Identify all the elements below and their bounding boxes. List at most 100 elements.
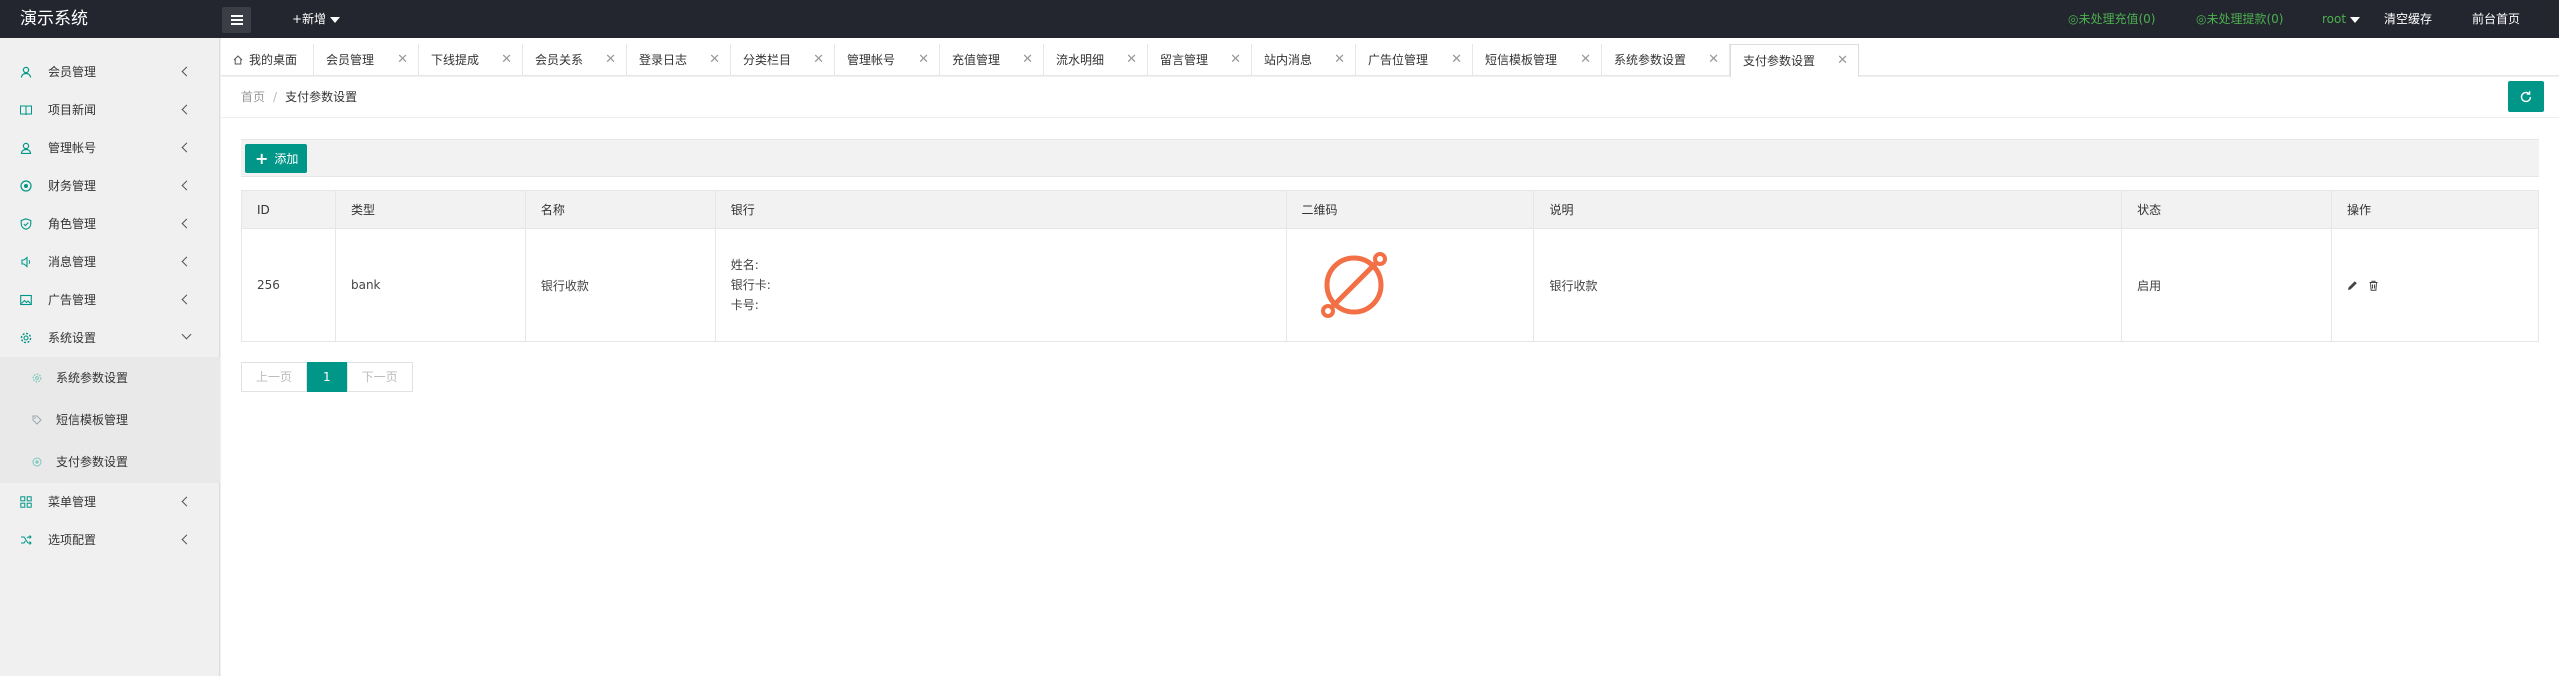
close-icon[interactable]: ✕ — [1230, 44, 1241, 76]
column-header-name[interactable]: 名称 — [524, 190, 716, 229]
chevron-left-icon — [181, 66, 192, 77]
planet-icon[interactable] — [1318, 249, 1390, 321]
tab-my-desktop[interactable]: 我的桌面 — [221, 44, 314, 76]
sidebar-item-label: 角色管理 — [48, 217, 97, 231]
cell-description: 银行收款 — [1533, 228, 2123, 342]
sidebar-subitem-system-params[interactable]: 系统参数设置 — [0, 357, 220, 399]
close-icon[interactable]: ✕ — [918, 44, 929, 76]
sidebar-item-menu-management[interactable]: 菜单管理 — [0, 483, 220, 521]
breadcrumb-separator: / — [273, 90, 278, 104]
sidebar-item-finance[interactable]: 财务管理 — [0, 167, 220, 205]
sidebar-item-ads[interactable]: 广告管理 — [0, 281, 220, 319]
add-new-label: +新增 — [292, 12, 327, 26]
add-button[interactable]: + 添加 — [245, 144, 307, 173]
tab-label: 支付参数设置 — [1743, 54, 1816, 68]
gear-small-icon — [32, 373, 42, 383]
close-icon[interactable]: ✕ — [1708, 44, 1719, 76]
next-page-button[interactable]: 下一页 — [346, 362, 413, 392]
close-icon[interactable]: ✕ — [605, 44, 616, 76]
tab-payment-params[interactable]: 支付参数设置 ✕ — [1730, 44, 1859, 77]
tab-member-management[interactable]: 会员管理 ✕ — [314, 44, 419, 76]
speaker-icon — [21, 256, 31, 268]
menu-toggle-button[interactable] — [222, 7, 251, 33]
sidebar-subitem-label: 支付参数设置 — [56, 455, 129, 469]
breadcrumb-home[interactable]: 首页 — [241, 90, 265, 104]
unprocessed-withdraw-link[interactable]: ◎未处理提款(0) — [2196, 0, 2283, 38]
tab-ad-slots[interactable]: 广告位管理 ✕ — [1356, 44, 1473, 76]
table-row[interactable]: 256 bank 银行收款 姓名: 银行卡: 卡号: 银行收款 启用 — [241, 228, 2539, 342]
tab-label: 登录日志 — [639, 53, 688, 67]
delete-icon[interactable] — [2368, 280, 2379, 291]
sidebar-item-label: 消息管理 — [48, 255, 97, 269]
image-icon — [20, 294, 32, 306]
close-icon[interactable]: ✕ — [397, 44, 408, 76]
tab-label: 系统参数设置 — [1614, 53, 1687, 67]
sidebar-item-news[interactable]: 项目新闻 — [0, 91, 220, 129]
edit-icon[interactable] — [2347, 280, 2358, 291]
sidebar-item-label: 会员管理 — [48, 65, 97, 79]
close-icon[interactable]: ✕ — [1334, 44, 1345, 76]
sidebar-item-label: 项目新闻 — [48, 103, 97, 117]
cell-status: 启用 — [2121, 228, 2333, 342]
close-icon[interactable]: ✕ — [1022, 44, 1033, 76]
tab-member-relations[interactable]: 会员关系 ✕ — [523, 44, 627, 76]
close-icon[interactable]: ✕ — [1126, 44, 1137, 76]
cell-type: bank — [334, 228, 526, 342]
tab-message-board[interactable]: 留言管理 ✕ — [1148, 44, 1252, 76]
shuffle-icon — [21, 535, 32, 545]
column-header-id[interactable]: ID — [241, 190, 336, 229]
tab-downline-commission[interactable]: 下线提成 ✕ — [419, 44, 523, 76]
tab-admin-accounts[interactable]: 管理帐号 ✕ — [835, 44, 940, 76]
add-button-label: 添加 — [274, 152, 299, 166]
close-icon[interactable]: ✕ — [501, 44, 512, 76]
close-icon[interactable]: ✕ — [813, 44, 824, 76]
tab-label: 充值管理 — [952, 53, 1001, 67]
user-menu[interactable]: root — [2322, 0, 2361, 38]
sidebar-item-roles[interactable]: 角色管理 — [0, 205, 220, 243]
close-icon[interactable]: ✕ — [1580, 44, 1591, 76]
tab-label: 管理帐号 — [847, 53, 896, 67]
bank-card-number: 卡号: — [730, 298, 759, 312]
add-new-dropdown[interactable]: +新增 — [292, 0, 341, 38]
close-icon[interactable]: ✕ — [1837, 45, 1848, 77]
tab-site-messages[interactable]: 站内消息 ✕ — [1252, 44, 1356, 76]
prev-page-button[interactable]: 上一页 — [241, 362, 308, 392]
close-icon[interactable]: ✕ — [709, 44, 720, 76]
sidebar-item-label: 管理帐号 — [48, 141, 97, 155]
caret-down-icon — [330, 16, 341, 23]
clear-cache-link[interactable]: 清空缓存 — [2384, 0, 2432, 38]
sidebar-subitem-payment-params[interactable]: 支付参数设置 — [0, 441, 220, 483]
tab-recharge-management[interactable]: 充值管理 ✕ — [940, 44, 1044, 76]
tab-login-log[interactable]: 登录日志 ✕ — [627, 44, 731, 76]
sidebar-subitem-sms-templates[interactable]: 短信模板管理 — [0, 399, 220, 441]
hamburger-icon — [230, 19, 243, 21]
sidebar-item-admin-accounts[interactable]: 管理帐号 — [0, 129, 220, 167]
column-header-actions[interactable]: 操作 — [2331, 190, 2539, 229]
page-number-current[interactable]: 1 — [307, 362, 347, 392]
unprocessed-recharge-link[interactable]: ◎未处理充值(0) — [2068, 0, 2155, 38]
column-header-description[interactable]: 说明 — [1533, 190, 2123, 229]
tab-sms-templates[interactable]: 短信模板管理 ✕ — [1473, 44, 1602, 76]
column-header-qrcode[interactable]: 二维码 — [1285, 190, 1535, 229]
tab-label: 分类栏目 — [743, 53, 792, 67]
gear-icon — [20, 332, 32, 344]
app-logo[interactable]: 演示系统 — [20, 0, 88, 38]
column-header-status[interactable]: 状态 — [2121, 190, 2333, 229]
table-header-row: ID 类型 名称 银行 二维码 说明 状态 操作 — [241, 190, 2539, 229]
sidebar-item-system-settings[interactable]: 系统设置 — [0, 319, 220, 357]
refresh-icon — [2520, 90, 2532, 102]
sidebar-item-members[interactable]: 会员管理 — [0, 53, 220, 91]
column-header-bank[interactable]: 银行 — [714, 190, 1287, 229]
refresh-button[interactable] — [2508, 81, 2544, 112]
close-icon[interactable]: ✕ — [1451, 44, 1462, 76]
sidebar-item-messages[interactable]: 消息管理 — [0, 243, 220, 281]
sidebar-item-option-config[interactable]: 选项配置 — [0, 521, 220, 559]
sidebar-item-label: 广告管理 — [48, 293, 97, 307]
bank-account-name: 姓名: — [730, 258, 759, 272]
column-header-type[interactable]: 类型 — [334, 190, 526, 229]
tab-system-params[interactable]: 系统参数设置 ✕ — [1602, 44, 1730, 76]
frontend-home-link[interactable]: 前台首页 — [2472, 0, 2520, 38]
tab-transaction-details[interactable]: 流水明细 ✕ — [1044, 44, 1148, 76]
tab-category-columns[interactable]: 分类栏目 ✕ — [731, 44, 835, 76]
target-icon — [32, 457, 42, 467]
